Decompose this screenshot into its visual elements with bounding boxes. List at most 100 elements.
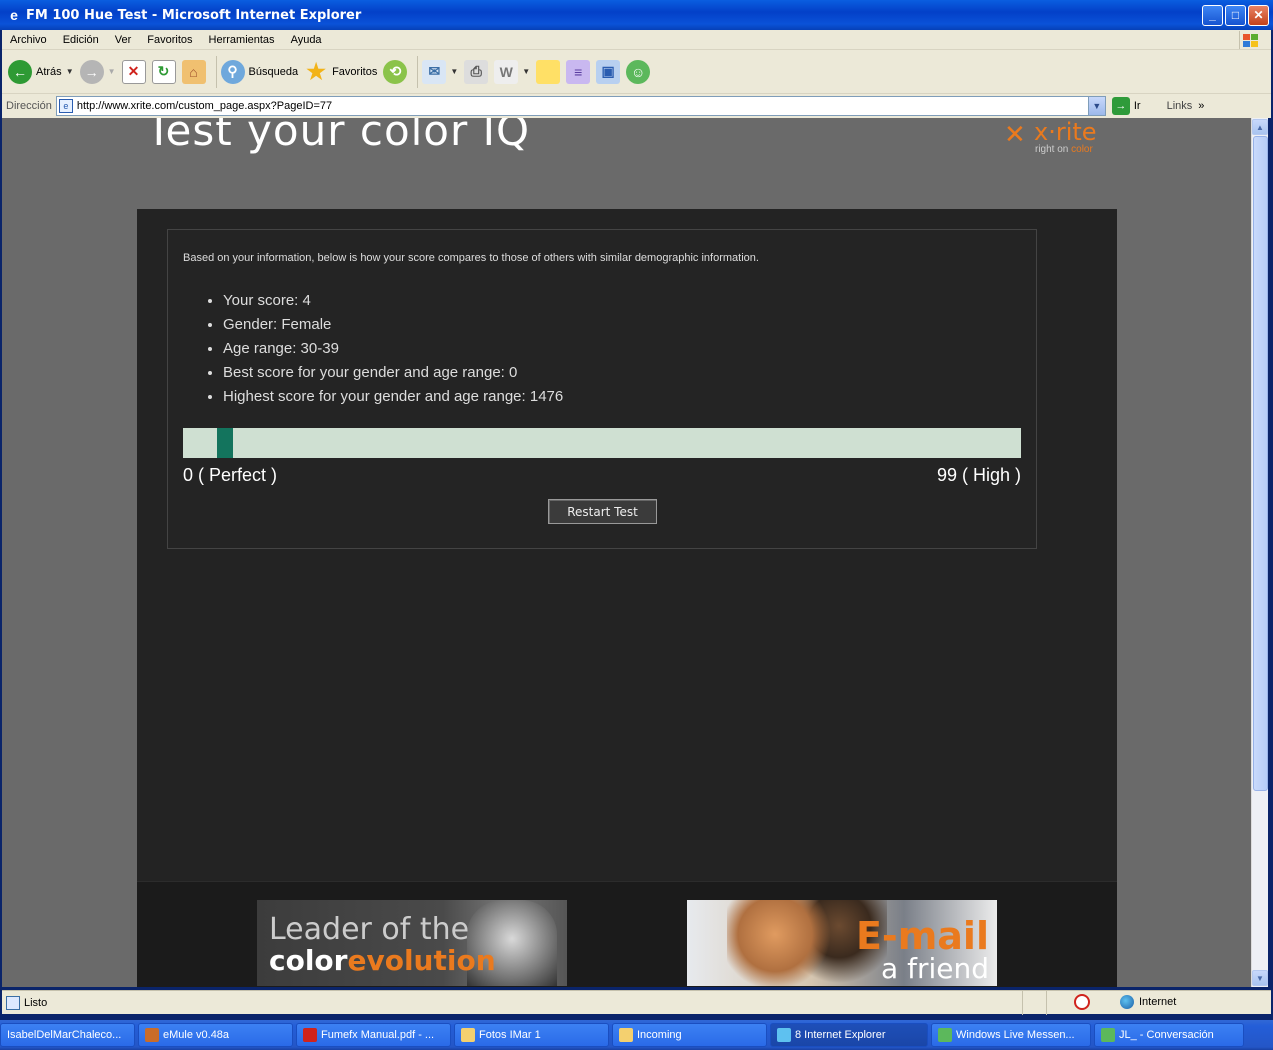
taskbar-item-label: 8 Internet Explorer xyxy=(795,1029,886,1041)
taskbar-item[interactable]: 8 Internet Explorer xyxy=(770,1023,928,1047)
messenger-icon xyxy=(1101,1028,1115,1042)
folder-icon xyxy=(461,1028,475,1042)
menu-edicion[interactable]: Edición xyxy=(55,34,107,46)
banner-email-line2: a friend xyxy=(881,952,989,985)
close-button[interactable]: ✕ xyxy=(1248,4,1269,26)
banner-leader-line1: Leader of the xyxy=(269,912,470,947)
score-bar xyxy=(183,428,1021,458)
back-label: Atrás xyxy=(36,65,62,78)
address-dropdown-icon[interactable]: ▼ xyxy=(1087,97,1105,115)
messenger-icon: ☺ xyxy=(626,59,651,84)
toolbar-separator xyxy=(417,55,419,88)
folder-icon xyxy=(619,1028,633,1042)
scroll-up-icon[interactable]: ▲ xyxy=(1252,119,1268,135)
messenger-button[interactable]: ☺ xyxy=(626,59,651,84)
windows-logo-icon xyxy=(1239,31,1261,49)
taskbar-item[interactable]: Fumefx Manual.pdf - ... xyxy=(296,1023,451,1047)
note-icon xyxy=(536,59,561,84)
history-button[interactable]: ⟲ xyxy=(383,59,408,84)
refresh-button[interactable]: ↻ xyxy=(151,59,176,84)
research-button[interactable]: ≡ xyxy=(566,59,591,84)
leader-banner[interactable]: Leader of the colorevolution xyxy=(257,900,567,986)
status-cell xyxy=(1022,991,1046,1015)
title-bar[interactable]: e FM 100 Hue Test - Microsoft Internet E… xyxy=(0,0,1273,30)
back-button[interactable]: ← Atrás ▼ xyxy=(8,59,74,84)
scroll-thumb[interactable] xyxy=(1253,136,1268,791)
page-viewport: Test your color IQ ✕ x·rite right on col… xyxy=(2,118,1251,987)
main-content: Based on your information, below is how … xyxy=(137,209,1117,987)
menu-ayuda[interactable]: Ayuda xyxy=(283,34,330,46)
stat-highest-score: Highest score for your gender and age ra… xyxy=(223,388,563,412)
links-toolbar[interactable]: Links xyxy=(1167,100,1193,112)
taskbar-item-label: Incoming xyxy=(637,1029,682,1041)
chevron-down-icon: ▼ xyxy=(107,67,116,76)
mail-button[interactable]: ✉ ▼ xyxy=(422,59,458,84)
menu-ver[interactable]: Ver xyxy=(107,34,140,46)
forward-button[interactable]: → ▼ xyxy=(79,59,116,84)
history-icon: ⟲ xyxy=(383,59,408,84)
browser-chrome: Archivo Edición Ver Favoritos Herramient… xyxy=(2,30,1271,118)
taskbar-item-label: eMule v0.48a xyxy=(163,1029,230,1041)
window-title: FM 100 Hue Test - Microsoft Internet Exp… xyxy=(26,7,362,23)
search-button[interactable]: ⚲ Búsqueda xyxy=(220,59,299,84)
security-zone: Internet xyxy=(1120,995,1176,1009)
minimize-button[interactable]: _ xyxy=(1202,4,1223,26)
menu-favoritos[interactable]: Favoritos xyxy=(139,34,200,46)
search-label: Búsqueda xyxy=(248,65,299,78)
ie-icon: e xyxy=(10,7,18,23)
search-icon: ⚲ xyxy=(220,59,245,84)
stop-icon: ✕ xyxy=(121,59,146,84)
stat-your-score: Your score: 4 xyxy=(223,292,563,316)
address-bar: Dirección e http://www.xrite.com/custom_… xyxy=(2,94,1271,118)
taskbar-item[interactable]: Incoming xyxy=(612,1023,767,1047)
star-icon: ★ xyxy=(306,58,326,84)
taskbar-item-label: Fotos IMar 1 xyxy=(479,1029,541,1041)
taskbar-item[interactable]: JL_ - Conversación xyxy=(1094,1023,1244,1047)
page-title: Test your color IQ xyxy=(146,118,531,155)
taskbar-item[interactable]: IsabelDelMarChaleco... xyxy=(0,1023,135,1047)
taskbar-item[interactable]: Fotos IMar 1 xyxy=(454,1023,609,1047)
restart-test-button[interactable]: Restart Test xyxy=(548,499,657,524)
xrite-logo-icon: ✕ xyxy=(1004,120,1026,150)
chevron-right-icon[interactable]: » xyxy=(1198,100,1204,112)
zone-label: Internet xyxy=(1139,996,1177,1008)
research-icon: ≡ xyxy=(566,59,591,84)
taskbar-item-label: Windows Live Messen... xyxy=(956,1029,1075,1041)
pdf-icon xyxy=(303,1028,317,1042)
stop-button[interactable]: ✕ xyxy=(121,59,146,84)
media-button[interactable]: ▣ xyxy=(596,59,621,84)
vertical-scrollbar[interactable]: ▲ ▼ xyxy=(1251,118,1268,987)
print-button[interactable]: ⎙ xyxy=(464,59,489,84)
banner-leader-line2: colorevolution xyxy=(269,944,496,977)
toolbar-separator xyxy=(215,55,217,88)
edit-button[interactable]: W ▼ xyxy=(494,59,531,84)
menu-herramientas[interactable]: Herramientas xyxy=(201,34,283,46)
chevron-down-icon: ▼ xyxy=(522,67,531,76)
status-cell xyxy=(1046,991,1070,1015)
maximize-button[interactable]: □ xyxy=(1225,4,1246,26)
discuss-button[interactable] xyxy=(536,59,561,84)
stat-gender: Gender: Female xyxy=(223,316,563,340)
menu-archivo[interactable]: Archivo xyxy=(2,34,55,46)
scroll-down-icon[interactable]: ▼ xyxy=(1252,970,1268,986)
taskbar-item[interactable]: Windows Live Messen... xyxy=(931,1023,1091,1047)
ie-icon xyxy=(777,1028,791,1042)
home-button[interactable]: ⌂ xyxy=(181,59,206,84)
results-intro: Based on your information, below is how … xyxy=(183,252,759,264)
taskbar: IsabelDelMarChaleco... eMule v0.48a Fume… xyxy=(0,1020,1273,1050)
taskbar-item-label: JL_ - Conversación xyxy=(1119,1029,1214,1041)
address-label: Dirección xyxy=(6,100,52,112)
chevron-down-icon[interactable]: ▼ xyxy=(66,67,74,76)
scale-min-label: 0 ( Perfect ) xyxy=(183,465,278,485)
address-input[interactable]: e http://www.xrite.com/custom_page.aspx?… xyxy=(55,96,1106,116)
taskbar-item[interactable]: eMule v0.48a xyxy=(138,1023,293,1047)
go-button[interactable]: → Ir xyxy=(1111,97,1141,115)
score-marker xyxy=(217,428,233,458)
forward-arrow-icon: → xyxy=(79,59,104,84)
status-cells xyxy=(1022,991,1070,1015)
printer-icon: ⎙ xyxy=(464,59,489,84)
popup-blocked-icon[interactable] xyxy=(1074,994,1090,1010)
status-text: Listo xyxy=(24,996,48,1009)
favorites-button[interactable]: ★ Favoritos xyxy=(304,58,377,84)
email-friend-banner[interactable]: E-mail a friend xyxy=(687,900,997,986)
